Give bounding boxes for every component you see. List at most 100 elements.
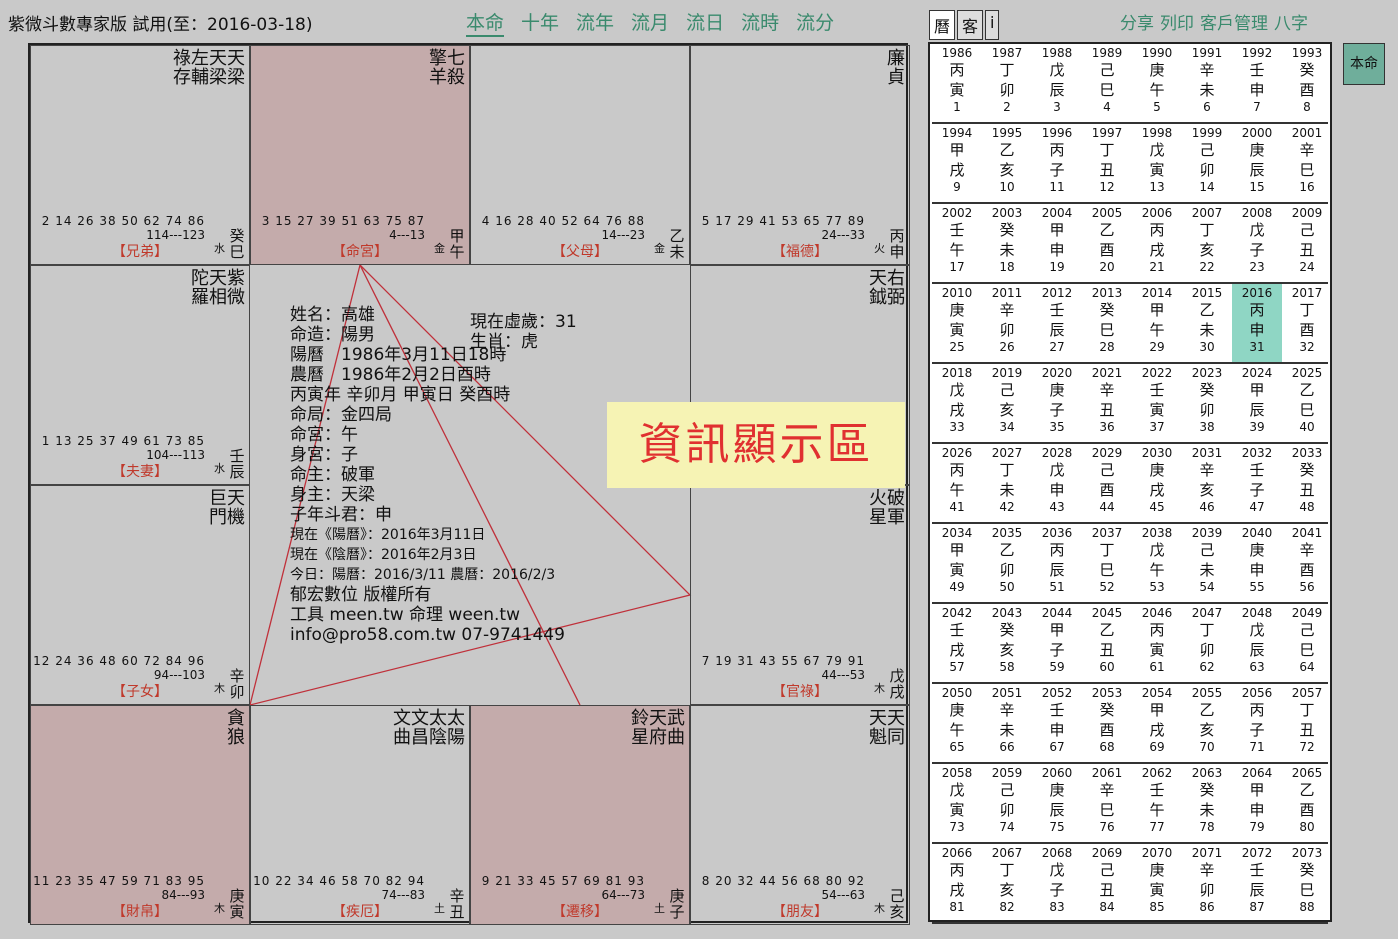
year-cell[interactable]: 2045 乙丑 60: [1082, 604, 1132, 682]
year-cell[interactable]: 2032 壬子 47: [1232, 444, 1282, 522]
year-cell[interactable]: 2069 己丑 84: [1082, 844, 1132, 922]
tab-client[interactable]: 客: [957, 10, 984, 40]
year-cell[interactable]: 1986 丙寅 1: [932, 44, 982, 122]
year-cell[interactable]: 2033 癸丑 48: [1282, 444, 1332, 522]
year-cell[interactable]: 1991 辛未 6: [1182, 44, 1232, 122]
year-cell[interactable]: 2049 己巳 64: [1282, 604, 1332, 682]
year-cell[interactable]: 1999 己卯 14: [1182, 124, 1232, 202]
year-cell[interactable]: 2036 丙辰 51: [1032, 524, 1082, 602]
year-cell[interactable]: 2031 辛亥 46: [1182, 444, 1232, 522]
palace[interactable]: 擎七 羊殺 3 15 27 39 51 63 75 87 4---13 金甲午 【命宮】: [250, 45, 470, 265]
year-cell[interactable]: 2023 癸卯 38: [1182, 364, 1232, 442]
year-cell[interactable]: 2037 丁巳 52: [1082, 524, 1132, 602]
year-cell[interactable]: 2034 甲寅 49: [932, 524, 982, 602]
palace[interactable]: 貪 狼 11 23 35 47 59 71 83 95 84---93 木庚寅 【財帛】: [30, 705, 250, 925]
year-cell[interactable]: 2053 癸酉 68: [1082, 684, 1132, 762]
year-cell[interactable]: 2052 壬申 67: [1032, 684, 1082, 762]
client-manage-link[interactable]: 客戶管理: [1200, 9, 1268, 34]
year-cell[interactable]: 1987 丁卯 2: [982, 44, 1032, 122]
year-cell[interactable]: 2043 癸亥 58: [982, 604, 1032, 682]
year-cell[interactable]: 2001 辛巳 16: [1282, 124, 1332, 202]
year-cell[interactable]: 2003 癸未 18: [982, 204, 1032, 282]
year-cell[interactable]: 2016 丙申 31: [1232, 284, 1282, 362]
year-cell[interactable]: 2002 壬午 17: [932, 204, 982, 282]
palace[interactable]: 天天 魁同 8 20 32 44 56 68 80 92 54---63 木己亥 【朋友…: [690, 705, 910, 925]
palace[interactable]: 文文太太 曲昌陰陽 10 22 34 46 58 70 82 94 74---83 土…: [250, 705, 470, 925]
year-cell[interactable]: 2012 壬辰 27: [1032, 284, 1082, 362]
year-cell[interactable]: 2071 辛卯 86: [1182, 844, 1232, 922]
year-cell[interactable]: 2013 癸巳 28: [1082, 284, 1132, 362]
palace[interactable]: 陀天紫 羅相微 1 13 25 37 49 61 73 85 104---113 水壬…: [30, 265, 250, 485]
year-cell[interactable]: 2028 戊申 43: [1032, 444, 1082, 522]
year-cell[interactable]: 2019 己亥 34: [982, 364, 1032, 442]
year-cell[interactable]: 2059 己卯 74: [982, 764, 1032, 842]
year-cell[interactable]: 2044 甲子 59: [1032, 604, 1082, 682]
year-cell[interactable]: 2058 戊寅 73: [932, 764, 982, 842]
year-cell[interactable]: 2018 戊戌 33: [932, 364, 982, 442]
year-cell[interactable]: 2061 辛巳 76: [1082, 764, 1132, 842]
year-cell[interactable]: 2050 庚午 65: [932, 684, 982, 762]
palace[interactable]: 廉 貞5 17 29 41 53 65 77 89 24---33 火丙申 【福德】: [690, 45, 910, 265]
year-cell[interactable]: 2060 庚辰 75: [1032, 764, 1082, 842]
share-link[interactable]: 分享: [1120, 9, 1154, 34]
year-cell[interactable]: 2065 乙酉 80: [1282, 764, 1332, 842]
year-cell[interactable]: 2047 丁卯 62: [1182, 604, 1232, 682]
year-cell[interactable]: 2063 癸未 78: [1182, 764, 1232, 842]
year-cell[interactable]: 2020 庚子 35: [1032, 364, 1082, 442]
year-cell[interactable]: 2066 丙戌 81: [932, 844, 982, 922]
year-cell[interactable]: 2067 丁亥 82: [982, 844, 1032, 922]
tab-liushi[interactable]: 流時: [741, 8, 779, 37]
year-cell[interactable]: 1990 庚午 5: [1132, 44, 1182, 122]
palace[interactable]: 巨天 門機 12 24 36 48 60 72 84 96 94---103 木辛卯【…: [30, 485, 250, 705]
year-cell[interactable]: 2064 甲申 79: [1232, 764, 1282, 842]
tab-liunian[interactable]: 流年: [576, 8, 614, 37]
year-cell[interactable]: 2005 乙酉 20: [1082, 204, 1132, 282]
year-cell[interactable]: 2055 乙亥 70: [1182, 684, 1232, 762]
year-cell[interactable]: 2025 乙巳 40: [1282, 364, 1332, 442]
year-cell[interactable]: 1992 壬申 7: [1232, 44, 1282, 122]
year-cell[interactable]: 2062 壬午 77: [1132, 764, 1182, 842]
year-cell[interactable]: 2011 辛卯 26: [982, 284, 1032, 362]
tab-liufen[interactable]: 流分: [796, 8, 834, 37]
year-cell[interactable]: 2056 丙子 71: [1232, 684, 1282, 762]
year-cell[interactable]: 1988 戊辰 3: [1032, 44, 1082, 122]
year-cell[interactable]: 2041 辛酉 56: [1282, 524, 1332, 602]
year-cell[interactable]: 1994 甲戌 9: [932, 124, 982, 202]
year-cell[interactable]: 2029 己酉 44: [1082, 444, 1132, 522]
year-cell[interactable]: 2070 庚寅 85: [1132, 844, 1182, 922]
palace[interactable]: 祿左天天 存輔梁梁 2 14 26 38 50 62 74 86 114---123…: [30, 45, 250, 265]
bazi-link[interactable]: 八字: [1274, 9, 1308, 34]
year-cell[interactable]: 2038 戊午 53: [1132, 524, 1182, 602]
palace[interactable]: 鈴天武 星府曲 9 21 33 45 57 69 81 93 64---73 土庚子【…: [470, 705, 690, 925]
year-cell[interactable]: 2010 庚寅 25: [932, 284, 982, 362]
palace[interactable]: 火破 星軍 7 19 31 43 55 67 79 91 44---53 木戊戌 【官祿…: [690, 485, 910, 705]
year-cell[interactable]: 2030 庚戌 45: [1132, 444, 1182, 522]
year-cell[interactable]: 2024 甲辰 39: [1232, 364, 1282, 442]
year-cell[interactable]: 2006 丙戌 21: [1132, 204, 1182, 282]
year-cell[interactable]: 1996 丙子 11: [1032, 124, 1082, 202]
year-cell[interactable]: 2054 甲戌 69: [1132, 684, 1182, 762]
year-cell[interactable]: 2073 癸巳 88: [1282, 844, 1332, 922]
tab-liuri[interactable]: 流日: [686, 8, 724, 37]
year-cell[interactable]: 2040 庚申 55: [1232, 524, 1282, 602]
year-cell[interactable]: 2035 乙卯 50: [982, 524, 1032, 602]
year-cell[interactable]: 2000 庚辰 15: [1232, 124, 1282, 202]
year-cell[interactable]: 2072 壬辰 87: [1232, 844, 1282, 922]
year-cell[interactable]: 2008 戊子 23: [1232, 204, 1282, 282]
year-cell[interactable]: 2042 壬戌 57: [932, 604, 982, 682]
year-cell[interactable]: 2026 丙午 41: [932, 444, 982, 522]
tab-calendar[interactable]: 曆: [929, 10, 956, 40]
tab-shinian[interactable]: 十年: [521, 8, 559, 37]
year-cell[interactable]: 2027 丁未 42: [982, 444, 1032, 522]
year-cell[interactable]: 2021 辛丑 36: [1082, 364, 1132, 442]
year-cell[interactable]: 2009 己丑 24: [1282, 204, 1332, 282]
year-cell[interactable]: 2015 乙未 30: [1182, 284, 1232, 362]
year-cell[interactable]: 2004 甲申 19: [1032, 204, 1082, 282]
year-cell[interactable]: 2068 戊子 83: [1032, 844, 1082, 922]
year-cell[interactable]: 1998 戊寅 13: [1132, 124, 1182, 202]
year-cell[interactable]: 2051 辛未 66: [982, 684, 1032, 762]
year-cell[interactable]: 2057 丁丑 72: [1282, 684, 1332, 762]
print-link[interactable]: 列印: [1160, 9, 1194, 34]
year-cell[interactable]: 1997 丁丑 12: [1082, 124, 1132, 202]
palace[interactable]: 4 16 28 40 52 64 76 88 14---23 金乙未 【父母】: [470, 45, 690, 265]
